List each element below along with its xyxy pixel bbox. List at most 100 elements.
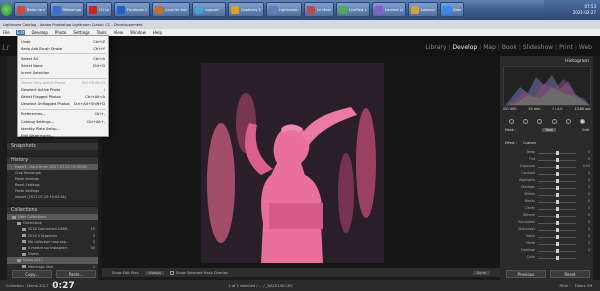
slider-knob[interactable] — [555, 158, 559, 162]
edit-menu-item[interactable]: Catalog Settings... Ctrl+Alt+, — [20, 118, 106, 125]
slider-value[interactable]: 0 — [588, 227, 590, 231]
module-book[interactable]: Book — [502, 44, 517, 51]
slider-knob[interactable] — [555, 256, 559, 260]
crop-icon[interactable] — [509, 118, 514, 124]
reset-button[interactable]: Reset — [550, 270, 590, 278]
adjustment-slider[interactable]: Contrast 0 — [503, 171, 591, 177]
slider-knob[interactable] — [555, 249, 559, 253]
slider-value[interactable]: 0 — [588, 192, 590, 196]
menu-file[interactable]: File — [2, 30, 11, 35]
radial-filter-icon[interactable] — [565, 118, 571, 124]
snapshots-header[interactable]: Snapshots — [7, 142, 98, 150]
adjustment-slider[interactable]: Sharpness 0 — [503, 227, 591, 233]
show-mask-toggle[interactable]: Show Selected Mask Overlay — [170, 270, 228, 275]
adjustment-slider[interactable]: Saturation 0 — [503, 220, 591, 226]
menu-window[interactable]: Window — [129, 30, 147, 35]
slider-value[interactable]: 0 — [588, 199, 590, 203]
slider-value[interactable]: 0 — [588, 206, 590, 210]
slider-value[interactable]: 0 — [588, 220, 590, 224]
menu-view[interactable]: View — [113, 30, 125, 35]
taskbar-button[interactable]: Laurent Lemo... — [372, 2, 406, 17]
graduated-filter-icon[interactable] — [551, 118, 557, 124]
taskbar-button[interactable]: Lightroom Cata... — [266, 2, 302, 17]
slider-value[interactable]: 0 — [588, 185, 590, 189]
edit-menu-item[interactable]: Invert Selection — [20, 69, 106, 76]
module-library[interactable]: Library — [425, 44, 446, 51]
taskbar-button[interactable]: (2) Les... — [86, 2, 112, 17]
taskbar-button[interactable]: support — [192, 2, 226, 17]
slider-knob[interactable] — [555, 151, 559, 155]
adjustment-slider[interactable]: Moiré 0 — [503, 241, 591, 247]
collection-item[interactable]: Marchage libre 1 — [7, 264, 98, 270]
slider-knob[interactable] — [555, 242, 559, 246]
collection-label[interactable]: Collection : Demo 2017 — [6, 284, 48, 288]
taskbar-button[interactable]: Courrier entrant... — [152, 2, 190, 17]
copy-button[interactable]: Copy... — [12, 270, 52, 278]
adjustment-slider[interactable]: Dehaze 0 — [503, 213, 591, 219]
adjustment-slider[interactable]: Tint 0 — [503, 157, 591, 163]
taskbar-button[interactable]: LiveFast Lite 3... — [336, 2, 370, 17]
slider-knob[interactable] — [555, 200, 559, 204]
taskbar-button[interactable]: Messenger - Mo... — [50, 2, 84, 17]
taskbar-button[interactable]: Lesnouveaux... — [408, 2, 438, 17]
slider-value[interactable]: 0 — [588, 248, 590, 252]
effect-preset-dropdown[interactable]: Custom — [523, 141, 536, 145]
history-header[interactable]: History — [7, 156, 98, 164]
edit-menu-item[interactable]: Undo Ctrl+Z — [20, 38, 106, 45]
taskbar-button[interactable]: Facebook Cafe... — [114, 2, 150, 17]
taskbar-button[interactable]: Zoom... — [440, 2, 464, 17]
spot-removal-icon[interactable] — [523, 118, 529, 124]
red-eye-icon[interactable] — [537, 118, 543, 124]
slider-knob[interactable] — [555, 221, 559, 225]
edit-menu-item[interactable]: Redo Add Brush Stroke Ctrl+Y — [20, 45, 106, 52]
module-print[interactable]: Print — [559, 44, 573, 51]
slider-value[interactable]: 0 — [588, 213, 590, 217]
adjustment-slider[interactable]: Shadows 0 — [503, 185, 591, 191]
adjustment-slider[interactable]: Defringe 0 — [503, 248, 591, 254]
edit-menu-item[interactable]: Identity Plate Setup... — [20, 125, 106, 132]
edit-menu-item[interactable]: Deselect Active Photo / — [20, 87, 106, 94]
slider-value[interactable]: 0 — [588, 241, 590, 245]
slider-value[interactable]: 0 — [588, 178, 590, 182]
edit-menu-item[interactable]: Select Only Active Photo Ctrl+Shift+D — [20, 80, 106, 87]
brush-icon[interactable] — [579, 118, 585, 124]
edit-menu-item[interactable]: Edit Watermarks... — [20, 132, 106, 139]
slider-value[interactable]: 0 — [588, 150, 590, 154]
slider-knob[interactable] — [555, 228, 559, 232]
mask-edit-button[interactable]: Edit — [582, 128, 589, 132]
adjustment-slider[interactable]: Whites 0 — [503, 192, 591, 198]
done-button[interactable]: Done — [472, 270, 490, 275]
edit-menu-item[interactable]: Select Flagged Photos Ctrl+Alt+A — [20, 94, 106, 101]
edit-menu-item[interactable]: Deselect Unflagged Photos Ctrl+Alt+Shift+… — [20, 101, 106, 108]
edit-menu-item[interactable]: Select None Ctrl+D — [20, 62, 106, 69]
slider-knob[interactable] — [555, 235, 559, 239]
slider-knob[interactable] — [555, 193, 559, 197]
slider-knob[interactable] — [555, 172, 559, 176]
paste-button[interactable]: Paste... — [56, 270, 96, 278]
slider-knob[interactable] — [555, 214, 559, 218]
module-develop[interactable]: Develop — [452, 44, 477, 51]
slider-value[interactable]: 0.00 — [583, 164, 590, 168]
slider-knob[interactable] — [555, 186, 559, 190]
menu-help[interactable]: Help — [152, 30, 163, 35]
edit-pins-dropdown[interactable]: Always — [145, 270, 164, 275]
module-slideshow[interactable]: Slideshow — [523, 44, 553, 51]
adjustment-slider[interactable]: Color — [503, 255, 591, 261]
adjustment-slider[interactable]: Clarity 0 — [503, 206, 591, 212]
slider-value[interactable]: 0 — [588, 234, 590, 238]
module-web[interactable]: Web — [579, 44, 592, 51]
slider-value[interactable]: 0 — [588, 171, 590, 175]
slider-knob[interactable] — [555, 207, 559, 211]
edit-menu-item[interactable]: Select All Ctrl+A — [20, 55, 106, 62]
slider-value[interactable]: 0 — [588, 157, 590, 161]
slider-knob[interactable] — [555, 165, 559, 169]
adjustment-slider[interactable]: Exposure 0.00 — [503, 164, 591, 170]
taskbar-button[interactable]: Le Mans Lite... — [304, 2, 334, 17]
collections-header[interactable]: Collections — [7, 206, 98, 214]
start-button[interactable] — [1, 3, 12, 16]
adjustment-slider[interactable]: Temp 0 — [503, 150, 591, 156]
taskbar-button[interactable]: Boite de récept... — [14, 2, 48, 17]
edit-menu-item[interactable]: Preferences... Ctrl+, — [20, 111, 106, 118]
taskbar-button[interactable]: Capteurs Sho... — [228, 2, 264, 17]
photo-preview[interactable] — [201, 63, 384, 263]
